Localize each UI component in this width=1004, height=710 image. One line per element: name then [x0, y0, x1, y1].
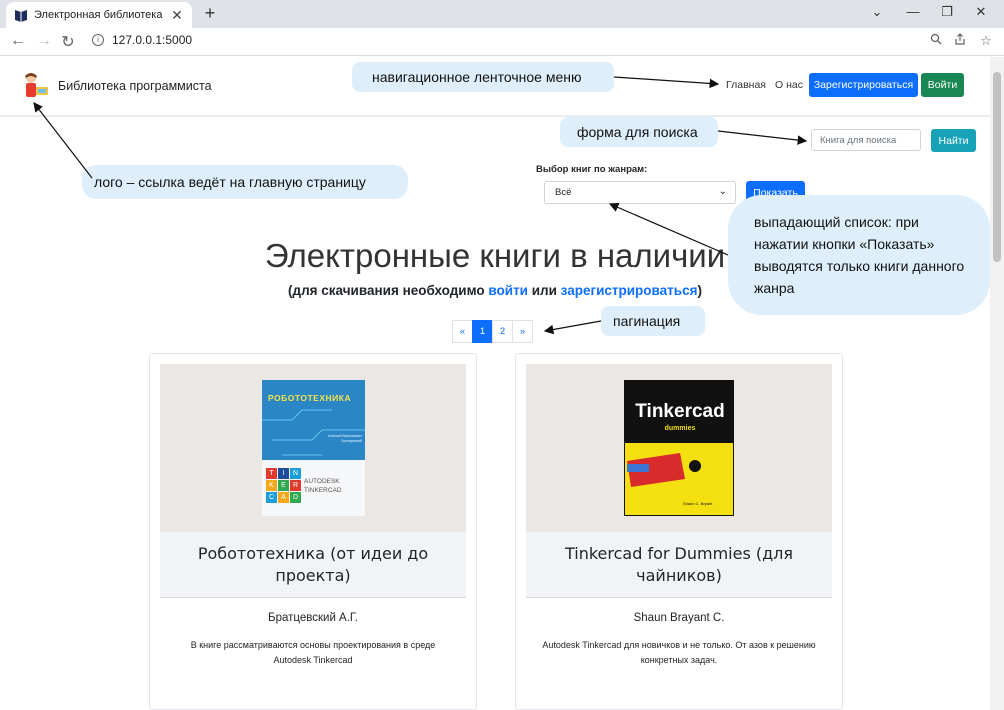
- annotation-arrows: [33, 76, 808, 335]
- arrow-to-pagination: [543, 320, 602, 335]
- arrow-to-dropdown: [608, 202, 729, 256]
- arrow-to-nav: [613, 76, 720, 89]
- arrow-to-search: [717, 130, 808, 145]
- arrow-to-logo: [33, 102, 93, 179]
